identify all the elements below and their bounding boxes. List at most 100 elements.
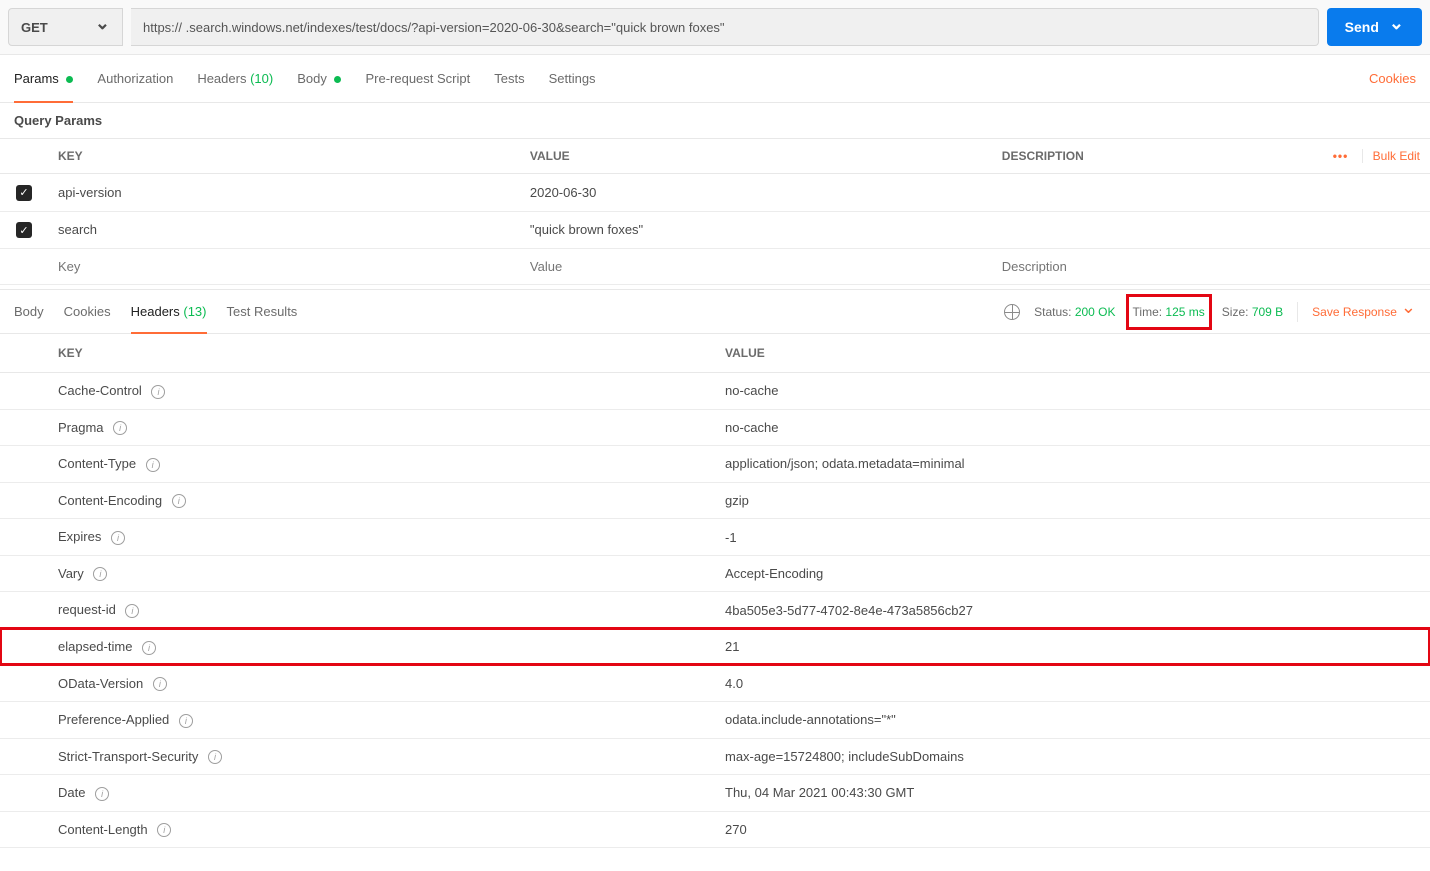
- save-response-link[interactable]: Save Response: [1312, 305, 1416, 319]
- info-icon[interactable]: [157, 823, 171, 837]
- header-row: Vary Accept-Encoding: [0, 555, 1430, 592]
- header-value: no-cache: [715, 373, 1430, 410]
- info-icon[interactable]: [151, 385, 165, 399]
- new-param-row: [0, 249, 1430, 285]
- param-key[interactable]: api-version: [48, 174, 520, 212]
- param-value[interactable]: "quick brown foxes": [520, 211, 992, 249]
- tab-authorization[interactable]: Authorization: [97, 55, 173, 102]
- header-key: Expires: [0, 519, 715, 556]
- tab-label: Headers: [197, 71, 246, 86]
- new-value-input[interactable]: [530, 259, 982, 274]
- param-row: api-version2020-06-30: [0, 174, 1430, 212]
- url-text: https:// .search.windows.net/indexes/tes…: [143, 20, 725, 35]
- send-label: Send: [1345, 19, 1379, 35]
- header-row: elapsed-time 21: [0, 628, 1430, 665]
- header-row: Content-Type application/json; odata.met…: [0, 446, 1430, 483]
- checkbox-checked-icon[interactable]: [16, 185, 32, 201]
- info-icon[interactable]: [153, 677, 167, 691]
- header-key: Vary: [0, 555, 715, 592]
- globe-icon[interactable]: [1004, 304, 1020, 320]
- time-value: 125 ms: [1165, 305, 1204, 319]
- chevron-down-icon: [1389, 19, 1404, 35]
- header-value: application/json; odata.metadata=minimal: [715, 446, 1430, 483]
- new-desc-input[interactable]: [1002, 259, 1420, 274]
- info-icon[interactable]: [179, 714, 193, 728]
- url-input[interactable]: https:// .search.windows.net/indexes/tes…: [131, 8, 1319, 46]
- tab-settings[interactable]: Settings: [549, 55, 596, 102]
- tab-count: (10): [250, 71, 273, 86]
- info-icon[interactable]: [146, 458, 160, 472]
- save-response-label: Save Response: [1312, 305, 1397, 319]
- resp-tab-test-results[interactable]: Test Results: [227, 290, 298, 333]
- size-label: Size:: [1222, 305, 1249, 319]
- status-label: Status:: [1034, 305, 1071, 319]
- new-key-input[interactable]: [58, 259, 510, 274]
- header-key: Strict-Transport-Security: [0, 738, 715, 775]
- method-select[interactable]: GET: [8, 8, 123, 46]
- header-row: Pragma no-cache: [0, 409, 1430, 446]
- header-value: gzip: [715, 482, 1430, 519]
- modified-dot-icon: [66, 76, 73, 83]
- info-icon[interactable]: [111, 531, 125, 545]
- header-key: Pragma: [0, 409, 715, 446]
- divider: [1297, 302, 1298, 322]
- description-column-header: DESCRIPTION: [992, 139, 1196, 174]
- param-value[interactable]: 2020-06-30: [520, 174, 992, 212]
- header-row: Date Thu, 04 Mar 2021 00:43:30 GMT: [0, 775, 1430, 812]
- tab-tests[interactable]: Tests: [494, 55, 524, 102]
- info-icon[interactable]: [113, 421, 127, 435]
- cookies-link[interactable]: Cookies: [1369, 71, 1416, 86]
- info-icon[interactable]: [172, 494, 186, 508]
- header-key: Content-Length: [0, 811, 715, 848]
- header-value: 21: [715, 628, 1430, 665]
- tab-label: Params: [14, 71, 59, 86]
- query-params-title: Query Params: [0, 103, 1430, 138]
- more-options-icon[interactable]: •••: [1323, 149, 1359, 163]
- header-row: Content-Encoding gzip: [0, 482, 1430, 519]
- info-icon[interactable]: [125, 604, 139, 618]
- send-button[interactable]: Send: [1327, 8, 1422, 46]
- param-key[interactable]: search: [48, 211, 520, 249]
- header-value: 4.0: [715, 665, 1430, 702]
- checkbox-checked-icon[interactable]: [16, 222, 32, 238]
- chevron-down-icon: [1401, 305, 1416, 319]
- header-value: -1: [715, 519, 1430, 556]
- bulk-edit-link[interactable]: Bulk Edit: [1363, 149, 1420, 163]
- key-column-header: KEY: [48, 139, 520, 174]
- header-row: OData-Version 4.0: [0, 665, 1430, 702]
- header-value: max-age=15724800; includeSubDomains: [715, 738, 1430, 775]
- tab-body[interactable]: Body: [297, 55, 341, 102]
- resp-key-column-header: KEY: [0, 334, 715, 373]
- request-bar: GET https:// .search.windows.net/indexes…: [0, 0, 1430, 55]
- info-icon[interactable]: [93, 567, 107, 581]
- request-tabs: Params Authorization Headers (10) Body P…: [14, 55, 596, 102]
- info-icon[interactable]: [142, 641, 156, 655]
- header-key: elapsed-time: [0, 628, 715, 665]
- info-icon[interactable]: [95, 787, 109, 801]
- info-icon[interactable]: [208, 750, 222, 764]
- resp-tab-body[interactable]: Body: [14, 290, 44, 333]
- header-value: odata.include-annotations="*": [715, 702, 1430, 739]
- resp-tab-headers[interactable]: Headers (13): [131, 290, 207, 333]
- param-desc[interactable]: [992, 211, 1430, 249]
- tab-headers[interactable]: Headers (10): [197, 55, 273, 102]
- header-value: no-cache: [715, 409, 1430, 446]
- header-value: 4ba505e3-5d77-4702-8e4e-473a5856cb27: [715, 592, 1430, 629]
- header-key: OData-Version: [0, 665, 715, 702]
- table-actions: ••• Bulk Edit: [1196, 139, 1430, 174]
- param-desc[interactable]: [992, 174, 1430, 212]
- tab-prerequest[interactable]: Pre-request Script: [365, 55, 470, 102]
- tab-params[interactable]: Params: [14, 55, 73, 102]
- chevron-down-icon: [95, 20, 110, 35]
- header-row: Expires -1: [0, 519, 1430, 556]
- header-row: Preference-Applied odata.include-annotat…: [0, 702, 1430, 739]
- response-tabs: Body Cookies Headers (13) Test Results: [14, 290, 297, 333]
- header-key: Content-Encoding: [0, 482, 715, 519]
- time-block-highlighted: Time: 125 ms: [1126, 294, 1212, 330]
- response-meta: Status: 200 OK Time: 125 ms Size: 709 B …: [1004, 302, 1416, 322]
- resp-tab-cookies[interactable]: Cookies: [64, 290, 111, 333]
- response-headers-table: KEY VALUE Cache-Control no-cachePragma n…: [0, 334, 1430, 848]
- header-row: Cache-Control no-cache: [0, 373, 1430, 410]
- value-column-header: VALUE: [520, 139, 992, 174]
- method-label: GET: [21, 20, 48, 35]
